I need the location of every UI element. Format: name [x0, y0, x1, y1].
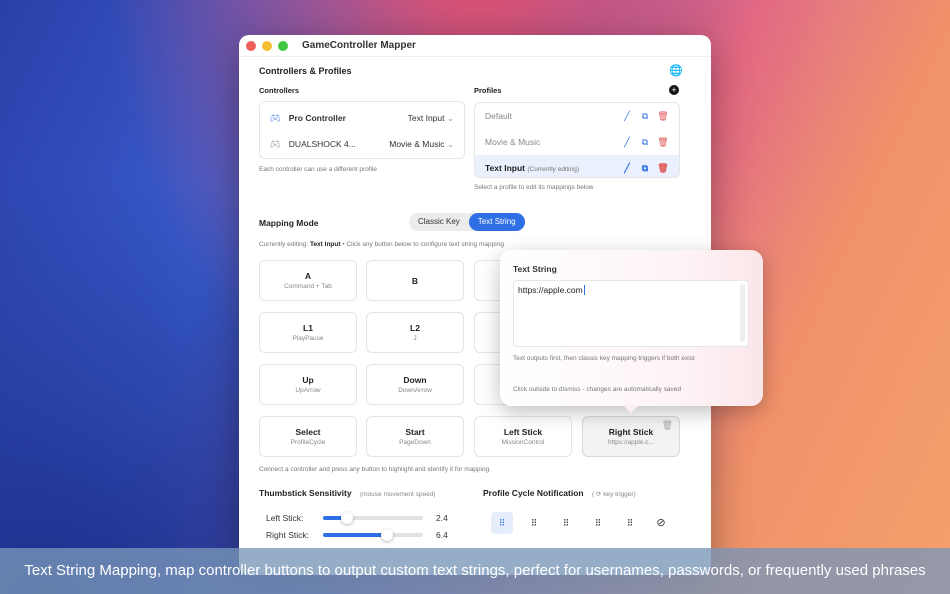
- edit-icon[interactable]: ╱: [621, 137, 633, 148]
- button-card-select[interactable]: SelectProfileCycle: [259, 416, 357, 457]
- controllers-label: Controllers: [259, 86, 299, 95]
- controller-name: DUALSHOCK 4...: [289, 139, 389, 149]
- position-center-icon[interactable]: ⠿: [491, 512, 513, 534]
- gamepad-icon: 🎮︎: [270, 113, 281, 124]
- window-title: GameController Mapper: [302, 40, 416, 51]
- mapping-mode-toggle: Classic Key Text String: [409, 213, 525, 231]
- gamepad-icon: 🎮︎: [270, 139, 281, 150]
- position-top-right-icon[interactable]: ⠿: [555, 512, 577, 534]
- editing-status: Currently editing: Text Input • Click an…: [259, 241, 504, 248]
- duplicate-icon[interactable]: ⧉: [639, 137, 651, 148]
- profiles-label: Profiles: [474, 86, 502, 95]
- chevron-down-icon: ⌄: [447, 113, 454, 123]
- promo-caption: Text String Mapping, map controller butt…: [0, 548, 950, 594]
- edit-icon[interactable]: ╱: [621, 111, 633, 122]
- profile-row[interactable]: Default╱⧉🗑︎: [475, 103, 679, 129]
- button-card-b[interactable]: B: [366, 260, 464, 301]
- position-bottom-left-icon[interactable]: ⠿: [587, 512, 609, 534]
- profile-select[interactable]: Text Input ⌄: [408, 113, 454, 124]
- globe-icon[interactable]: 🌐: [669, 64, 683, 77]
- button-card-a[interactable]: ACommand + Tab: [259, 260, 357, 301]
- duplicate-icon[interactable]: ⧉: [639, 111, 651, 122]
- mode-classic-key[interactable]: Classic Key: [409, 213, 469, 231]
- left-stick-label: Left Stick:: [266, 513, 303, 523]
- section-title: Controllers & Profiles: [259, 66, 352, 76]
- profile-row[interactable]: Movie & Music╱⧉🗑︎: [475, 129, 679, 155]
- edit-icon[interactable]: ╱: [621, 163, 633, 174]
- left-stick-slider[interactable]: [323, 516, 423, 520]
- popover-dismiss-note: Click outside to dismiss - changes are a…: [513, 386, 681, 393]
- chevron-down-icon: ⌄: [447, 139, 454, 149]
- buttons-note: Connect a controller and press any butto…: [259, 466, 491, 473]
- button-card-start[interactable]: StartPageDown: [366, 416, 464, 457]
- button-card-left-stick[interactable]: Left StickMissionControl: [474, 416, 572, 457]
- left-stick-value: 2.4: [436, 513, 448, 523]
- zoom-button[interactable]: [278, 41, 288, 51]
- mapping-mode-label: Mapping Mode: [259, 218, 319, 228]
- popover-title: Text String: [513, 264, 557, 274]
- button-card-l1[interactable]: L1PlayPause: [259, 312, 357, 353]
- position-top-left-icon[interactable]: ⠿: [523, 512, 545, 534]
- title-bar: GameController Mapper: [239, 35, 711, 57]
- profiles-note: Select a profile to edit its mappings be…: [474, 184, 594, 191]
- duplicate-icon[interactable]: ⧉: [639, 163, 651, 174]
- controller-row: 🎮︎ DUALSHOCK 4... Movie & Music ⌄: [260, 131, 464, 157]
- profile-select[interactable]: Movie & Music ⌄: [389, 139, 454, 150]
- scrollbar[interactable]: [740, 284, 745, 342]
- mode-text-string[interactable]: Text String: [469, 213, 525, 231]
- button-card-l2[interactable]: L2J: [366, 312, 464, 353]
- position-bottom-right-icon[interactable]: ⠿: [619, 512, 641, 534]
- controllers-list: 🎮︎ Pro Controller Text Input ⌄ 🎮︎ DUALSH…: [259, 101, 465, 159]
- button-card-down[interactable]: DownDownArrow: [366, 364, 464, 405]
- controller-row: 🎮︎ Pro Controller Text Input ⌄: [260, 105, 464, 131]
- trash-icon[interactable]: 🗑︎: [657, 163, 669, 174]
- trash-icon[interactable]: 🗑︎: [657, 111, 669, 122]
- minimize-button[interactable]: [262, 41, 272, 51]
- close-button[interactable]: [246, 41, 256, 51]
- profiles-list: Default╱⧉🗑︎ Movie & Music╱⧉🗑︎ Text Input…: [474, 102, 680, 178]
- right-stick-value: 6.4: [436, 530, 448, 540]
- button-card-up[interactable]: UpUpArrow: [259, 364, 357, 405]
- text-string-input[interactable]: https://apple.com: [513, 280, 749, 347]
- controller-name: Pro Controller: [289, 113, 408, 123]
- controllers-note: Each controller can use a different prof…: [259, 166, 377, 173]
- right-stick-slider[interactable]: [323, 533, 423, 537]
- notification-label: Profile Cycle Notification ( ⟳ key trigg…: [483, 488, 636, 498]
- sensitivity-label: Thumbstick Sensitivity (mouse movement s…: [259, 488, 435, 498]
- eye-slash-icon[interactable]: ⊘: [650, 512, 672, 534]
- popover-arrow: [623, 405, 639, 413]
- add-profile-button[interactable]: +: [669, 85, 679, 95]
- right-stick-label: Right Stick:: [266, 530, 309, 540]
- trash-icon[interactable]: 🗑︎: [662, 420, 673, 431]
- popover-note: Text outputs first, then classic key map…: [513, 355, 695, 362]
- trash-icon[interactable]: 🗑︎: [657, 137, 669, 148]
- button-card-right-stick[interactable]: Right Stickhttps://apple.c... 🗑︎: [582, 416, 680, 457]
- profile-row-selected[interactable]: Text Input (Currently editing)╱⧉🗑︎: [475, 155, 679, 178]
- text-string-popover: Text String https://apple.com Text outpu…: [500, 250, 763, 406]
